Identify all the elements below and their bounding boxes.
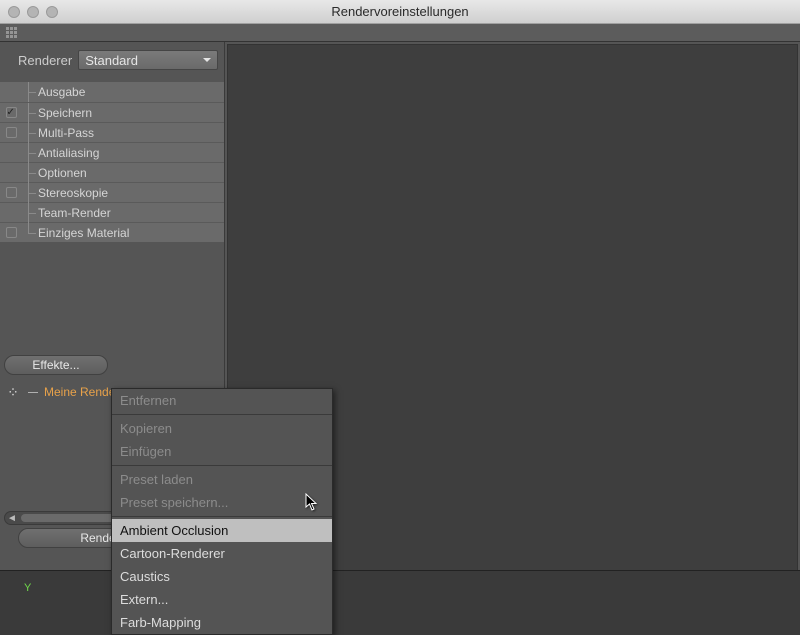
- axis-y-label: Y: [24, 582, 31, 594]
- zoom-icon[interactable]: [46, 6, 58, 18]
- grid-icon[interactable]: [6, 27, 18, 39]
- tree-row[interactable]: Ausgabe: [0, 82, 224, 102]
- tree-row[interactable]: Team-Render: [0, 202, 224, 222]
- tree-row[interactable]: Optionen: [0, 162, 224, 182]
- toolbar: [0, 24, 800, 42]
- branch-icon: [22, 103, 36, 123]
- checkbox[interactable]: [6, 127, 17, 138]
- tree-label: Antialiasing: [36, 146, 99, 160]
- menu-separator: [112, 414, 332, 415]
- close-icon[interactable]: [8, 6, 20, 18]
- preset-label: Meine Rende: [44, 385, 115, 399]
- branch-icon: [22, 183, 36, 203]
- tree-label: Optionen: [36, 166, 87, 180]
- tree-label: Stereoskopie: [36, 186, 108, 200]
- menu-item: Kopieren: [112, 417, 332, 440]
- renderer-selected: Standard: [85, 53, 138, 68]
- settings-tree: Ausgabe Speichern Multi-Pass Antialiasing Op…: [0, 80, 224, 244]
- checkbox[interactable]: [6, 187, 17, 198]
- titlebar: Rendervoreinstellungen: [0, 0, 800, 24]
- branch-icon: [22, 163, 36, 183]
- menu-separator: [112, 465, 332, 466]
- scroll-left-icon[interactable]: ◄: [5, 513, 19, 524]
- window-controls: [8, 6, 58, 18]
- tree-label: Speichern: [36, 106, 92, 120]
- branch-icon: [22, 82, 36, 102]
- branch-icon: [22, 143, 36, 163]
- tree-row[interactable]: Einziges Material: [0, 222, 224, 242]
- menu-item[interactable]: Ambient Occlusion: [112, 519, 332, 542]
- branch-icon: [22, 123, 36, 143]
- effects-context-menu: Entfernen KopierenEinfügen Preset ladenPre…: [111, 388, 333, 635]
- minimize-icon[interactable]: [27, 6, 39, 18]
- menu-separator: [112, 516, 332, 517]
- menu-item[interactable]: Caustics: [112, 565, 332, 588]
- preset-row[interactable]: ⁘ Meine Rende: [4, 382, 115, 402]
- branch-icon: [22, 223, 36, 243]
- tree-row[interactable]: Speichern: [0, 102, 224, 122]
- menu-item: Preset speichern...: [112, 491, 332, 514]
- branch-icon: [28, 382, 38, 402]
- menu-item: Preset laden: [112, 468, 332, 491]
- menu-item: Entfernen: [112, 389, 332, 412]
- tree-row[interactable]: Antialiasing: [0, 142, 224, 162]
- tree-label: Einziges Material: [36, 226, 129, 240]
- tree-row[interactable]: Multi-Pass: [0, 122, 224, 142]
- tree-label: Multi-Pass: [36, 126, 94, 140]
- effects-button[interactable]: Effekte...: [4, 355, 108, 375]
- renderer-label: Renderer: [18, 53, 72, 68]
- window-title: Rendervoreinstellungen: [0, 4, 800, 19]
- tree-row[interactable]: Stereoskopie: [0, 182, 224, 202]
- menu-item: Einfügen: [112, 440, 332, 463]
- menu-item[interactable]: Farb-Mapping: [112, 611, 332, 634]
- checkbox[interactable]: [6, 107, 17, 118]
- expand-icon[interactable]: ⁘: [4, 384, 22, 401]
- branch-icon: [22, 203, 36, 223]
- tree-label: Ausgabe: [36, 85, 85, 99]
- menu-item[interactable]: Cartoon-Renderer: [112, 542, 332, 565]
- tree-label: Team-Render: [36, 206, 111, 220]
- checkbox[interactable]: [6, 227, 17, 238]
- renderer-dropdown[interactable]: Standard: [78, 50, 218, 70]
